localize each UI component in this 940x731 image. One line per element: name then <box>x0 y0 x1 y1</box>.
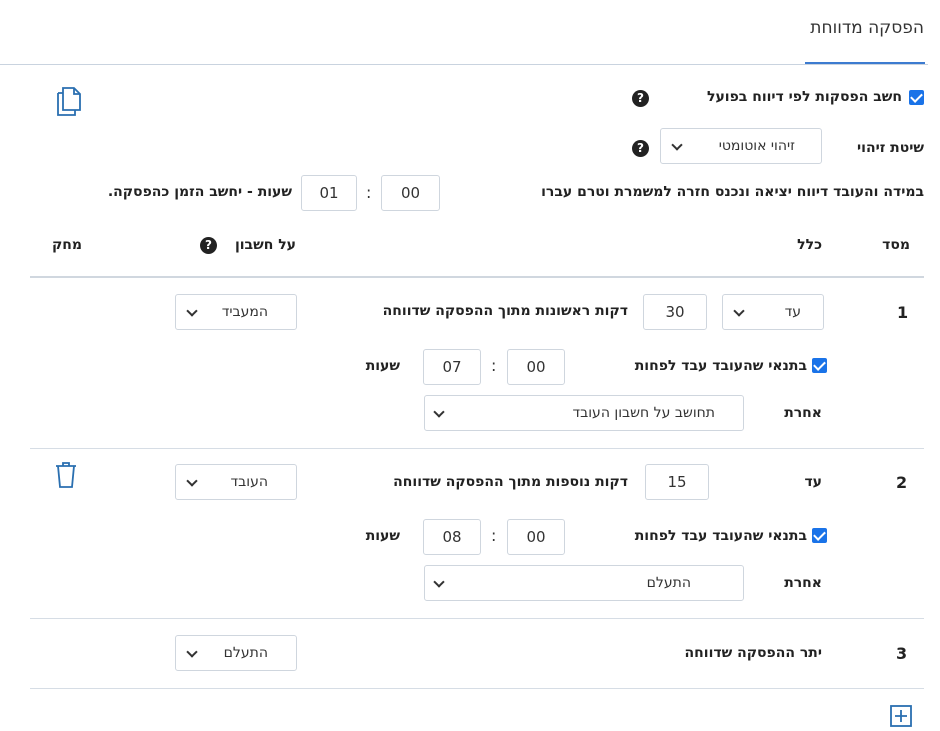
row-description: דקות ראשונות מתוך ההפסקה שדווחה <box>382 303 628 319</box>
chevron-down-icon <box>186 475 198 487</box>
row-condition-text: עד <box>804 474 822 490</box>
else-label: אחרת <box>784 405 822 421</box>
plus-square-icon[interactable] <box>889 704 913 728</box>
row-divider <box>30 688 924 689</box>
chevron-down-icon <box>433 576 445 588</box>
min-work-label: בתנאי שהעובד עבד לפחות <box>634 528 807 544</box>
calc-breaks-checkbox[interactable] <box>909 90 924 105</box>
rule-hours-input[interactable]: 01 <box>301 175 357 211</box>
min-hours-input[interactable]: 07 <box>423 349 481 385</box>
row-account-select[interactable]: התעלם <box>175 635 297 671</box>
hours-label: שעות <box>365 358 400 374</box>
min-minutes-input[interactable]: 00 <box>507 519 565 555</box>
chevron-down-icon <box>186 646 198 658</box>
else-select[interactable]: תחושב על חשבון העובד <box>424 395 744 431</box>
rule-text-before: במידה והעובד דיווח יציאה ונכנס חזרה למשמ… <box>541 184 924 200</box>
row-account-value: התעלם <box>223 645 268 661</box>
header-divider <box>0 64 928 65</box>
row-minutes-input[interactable]: 15 <box>645 464 709 500</box>
else-select[interactable]: התעלם <box>424 565 744 601</box>
tab-title[interactable]: הפסקה מדווחת <box>810 18 924 38</box>
min-work-checkbox[interactable] <box>812 528 827 543</box>
row-index: 3 <box>896 644 908 663</box>
row-account-value: המעביד <box>221 304 268 320</box>
min-minutes-input[interactable]: 00 <box>507 349 565 385</box>
row-description: דקות נוספות מתוך ההפסקה שדווחה <box>393 474 628 490</box>
else-label: אחרת <box>784 575 822 591</box>
header-row-divider <box>30 276 924 278</box>
question-circle-icon[interactable]: ? <box>200 237 217 254</box>
question-circle-icon[interactable]: ? <box>632 90 649 107</box>
trash-icon[interactable] <box>54 460 78 490</box>
row-account-select[interactable]: העובד <box>175 464 297 500</box>
detection-method-value: זיהוי אוטומטי <box>718 138 795 154</box>
else-value: תחושב על חשבון העובד <box>572 405 716 421</box>
copy-icon[interactable] <box>54 84 84 118</box>
detection-method-label: שיטת זיהוי <box>857 140 924 156</box>
time-separator: : <box>491 356 497 375</box>
row-condition-value: עד <box>784 304 801 320</box>
row-account-select[interactable]: המעביד <box>175 294 297 330</box>
row-minutes-input[interactable]: 30 <box>643 294 707 330</box>
row-divider <box>30 448 924 449</box>
question-circle-icon[interactable]: ? <box>632 140 649 157</box>
else-value: התעלם <box>646 575 691 591</box>
min-work-checkbox[interactable] <box>812 358 827 373</box>
rule-minutes-input[interactable]: 00 <box>381 175 440 211</box>
rule-text-after: שעות - יחשב הזמן כהפסקה. <box>107 184 292 200</box>
chevron-down-icon <box>186 305 198 317</box>
column-header-account: על חשבון <box>234 237 296 253</box>
min-work-label: בתנאי שהעובד עבד לפחות <box>634 358 807 374</box>
calc-breaks-label: חשב הפסקות לפי דיווח בפועל <box>706 89 902 105</box>
row-divider <box>30 618 924 619</box>
column-header-rule: כלל <box>797 237 822 253</box>
row-index: 2 <box>896 473 908 492</box>
time-separator: : <box>366 183 372 202</box>
min-hours-input[interactable]: 08 <box>423 519 481 555</box>
detection-method-select[interactable]: זיהוי אוטומטי <box>660 128 822 164</box>
row-description: יתר ההפסקה שדווחה <box>684 645 822 661</box>
chevron-down-icon <box>433 406 445 418</box>
hours-label: שעות <box>365 528 400 544</box>
time-separator: : <box>491 526 497 545</box>
row-account-value: העובד <box>230 474 268 490</box>
row-index: 1 <box>897 303 909 322</box>
column-header-index: מסד <box>882 237 910 253</box>
row-condition-select[interactable]: עד <box>722 294 824 330</box>
chevron-down-icon <box>671 139 683 151</box>
chevron-down-icon <box>733 305 745 317</box>
column-header-delete: מחק <box>51 237 82 253</box>
